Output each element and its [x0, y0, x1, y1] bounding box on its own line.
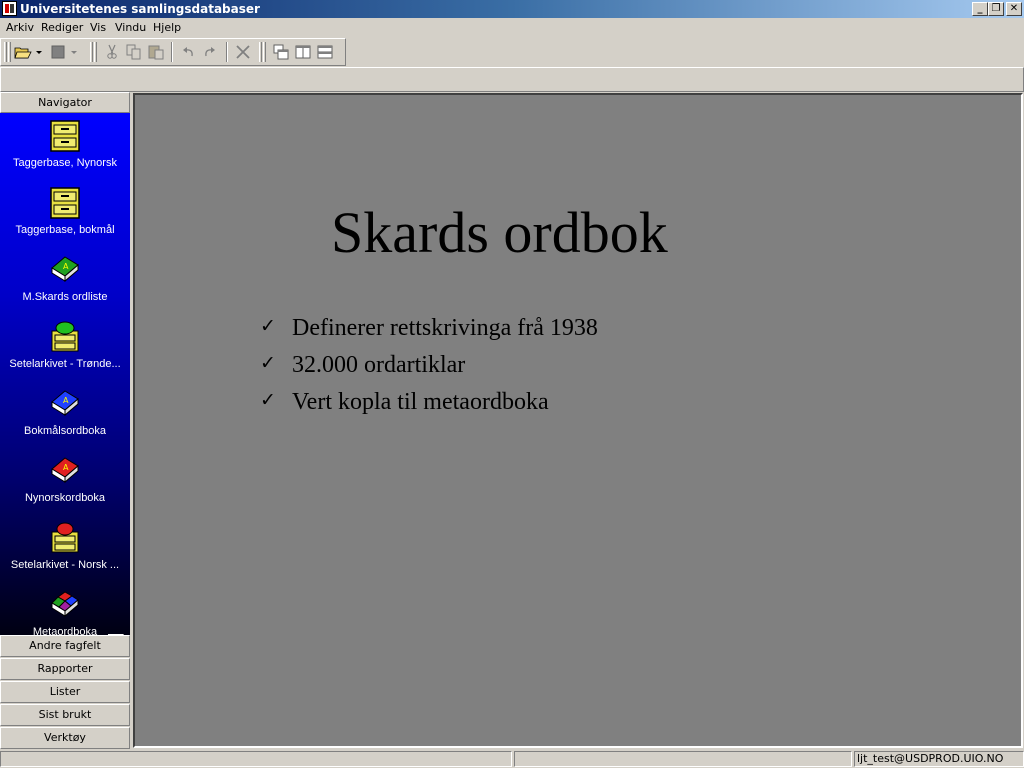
nav-item-label: Bokmålsordboka	[24, 425, 106, 437]
toolbar-grip[interactable]	[4, 42, 7, 62]
toolbar-grip[interactable]	[259, 42, 262, 62]
nav-item-label: Taggerbase, bokmål	[15, 224, 115, 236]
navigator-header[interactable]: Navigator	[0, 92, 130, 113]
nav-item-setelarkivet-trondersk[interactable]: Setelarkivet - Trønde...	[0, 321, 130, 381]
card-archive-red-icon	[51, 522, 79, 553]
nav-group-lister[interactable]: Lister	[0, 681, 130, 703]
tile-vertical-icon	[295, 45, 311, 59]
paste-icon	[148, 45, 164, 60]
minimize-button[interactable]: _	[972, 2, 988, 16]
nav-item-mskards-ordliste[interactable]: A M.Skards ordliste	[0, 254, 130, 314]
file-cabinet-icon	[50, 187, 80, 219]
redo-icon	[205, 47, 215, 57]
menu-hjelp[interactable]: Hjelp	[152, 20, 182, 35]
main-content-area: Skards ordbok ✓ Definerer rettskrivinga …	[133, 93, 1023, 748]
svg-text:A: A	[63, 396, 69, 405]
undo-button[interactable]	[178, 43, 198, 61]
nav-group-verktoy[interactable]: Verktøy	[0, 727, 130, 749]
cascade-windows-button[interactable]	[271, 43, 291, 61]
nav-item-metaordboka[interactable]: Metaordboka	[0, 589, 130, 635]
cascade-windows-icon	[273, 44, 289, 60]
nav-item-taggerbase-bokmal[interactable]: Taggerbase, bokmål	[0, 187, 130, 247]
toolbar-separator	[171, 42, 173, 62]
status-pane-secondary	[514, 751, 852, 767]
toolbar	[0, 38, 346, 66]
dropdown-arrow-icon	[36, 51, 42, 54]
nav-group-sist-brukt[interactable]: Sist brukt	[0, 704, 130, 726]
restore-button[interactable]: ❐	[988, 2, 1004, 16]
menu-rediger[interactable]: Rediger	[40, 20, 84, 35]
status-bar: ljt_test@USDPROD.UIO.NO	[0, 750, 1024, 768]
checkmark-icon: ✓	[260, 389, 276, 411]
nav-item-taggerbase-nynorsk[interactable]: Taggerbase, Nynorsk	[0, 120, 130, 180]
nav-item-label: Nynorskordboka	[24, 492, 106, 504]
copy-icon	[126, 44, 141, 60]
window-title: Universitetenes samlingsdatabaser	[20, 2, 260, 16]
open-folder-icon	[14, 47, 32, 59]
menu-vis[interactable]: Vis	[89, 20, 107, 35]
toolbar-grip[interactable]	[263, 42, 266, 62]
bullet-text: 32.000 ordartiklar	[292, 352, 466, 378]
tile-horizontal-button[interactable]	[315, 43, 335, 61]
status-pane-main	[0, 751, 512, 767]
close-button[interactable]: ✕	[1006, 2, 1022, 16]
tile-horizontal-icon	[317, 45, 333, 59]
nav-item-bokmalsordboka[interactable]: A Bokmålsordboka	[0, 388, 130, 448]
cut-button[interactable]	[102, 43, 122, 61]
red-book-icon: A	[51, 457, 79, 484]
svg-text:A: A	[63, 463, 69, 472]
copy-button[interactable]	[124, 43, 144, 61]
tile-vertical-button[interactable]	[293, 43, 313, 61]
nav-item-label: Taggerbase, Nynorsk	[13, 157, 117, 169]
paste-button[interactable]	[146, 43, 166, 61]
app-icon[interactable]	[2, 1, 17, 16]
nav-item-label: Setelarkivet - Trønde...	[9, 358, 121, 370]
delete-button[interactable]	[233, 43, 253, 61]
bullet-text: Vert kopla til metaordboka	[292, 389, 549, 415]
navigator-panel: Taggerbase, Nynorsk Taggerbase, bokmål A…	[0, 113, 130, 635]
nav-item-label: Setelarkivet - Norsk ...	[10, 559, 120, 571]
toolbar-grip[interactable]	[90, 42, 93, 62]
undo-icon	[183, 47, 193, 57]
menu-vindu[interactable]: Vindu	[114, 20, 147, 35]
stop-dropdown[interactable]	[69, 43, 79, 61]
green-book-icon: A	[51, 256, 79, 283]
nav-group-rapporter[interactable]: Rapporter	[0, 658, 130, 680]
status-user: ljt_test@USDPROD.UIO.NO	[854, 751, 1024, 767]
blue-book-icon: A	[51, 390, 79, 417]
delete-icon	[236, 45, 250, 59]
nav-item-label: M.Skards ordliste	[22, 291, 108, 303]
bullet-text: Definerer rettskrivinga frå 1938	[292, 315, 598, 341]
open-button[interactable]	[13, 43, 33, 61]
checkmark-icon: ✓	[260, 352, 276, 374]
checkmark-icon: ✓	[260, 315, 276, 337]
stop-button[interactable]	[48, 43, 68, 61]
stop-icon	[51, 45, 65, 59]
multicolor-book-icon	[51, 591, 79, 618]
dropdown-arrow-icon	[71, 51, 77, 54]
toolbar-grip[interactable]	[8, 42, 11, 62]
slide-title: Skards ordbok	[331, 200, 668, 265]
redo-button[interactable]	[200, 43, 220, 61]
menu-bar: Arkiv Rediger Vis Vindu Hjelp	[0, 18, 1024, 37]
card-archive-green-icon	[51, 321, 79, 352]
navigator-sidebar: Navigator Taggerbase, Nynorsk Taggerbase…	[0, 92, 131, 749]
svg-text:A: A	[63, 262, 69, 271]
title-bar: Universitetenes samlingsdatabaser _ ❐ ✕	[0, 0, 1024, 18]
open-dropdown[interactable]	[34, 43, 44, 61]
nav-item-setelarkivet-norsk[interactable]: Setelarkivet - Norsk ...	[0, 522, 130, 582]
nav-group-andre-fagfelt[interactable]: Andre fagfelt	[0, 635, 130, 657]
empty-toolbar-band	[0, 67, 1024, 92]
toolbar-grip[interactable]	[94, 42, 97, 62]
cut-icon	[107, 44, 117, 59]
file-cabinet-icon	[50, 120, 80, 152]
toolbar-separator	[226, 42, 228, 62]
nav-item-nynorskordboka[interactable]: A Nynorskordboka	[0, 455, 130, 515]
menu-arkiv[interactable]: Arkiv	[5, 20, 35, 35]
